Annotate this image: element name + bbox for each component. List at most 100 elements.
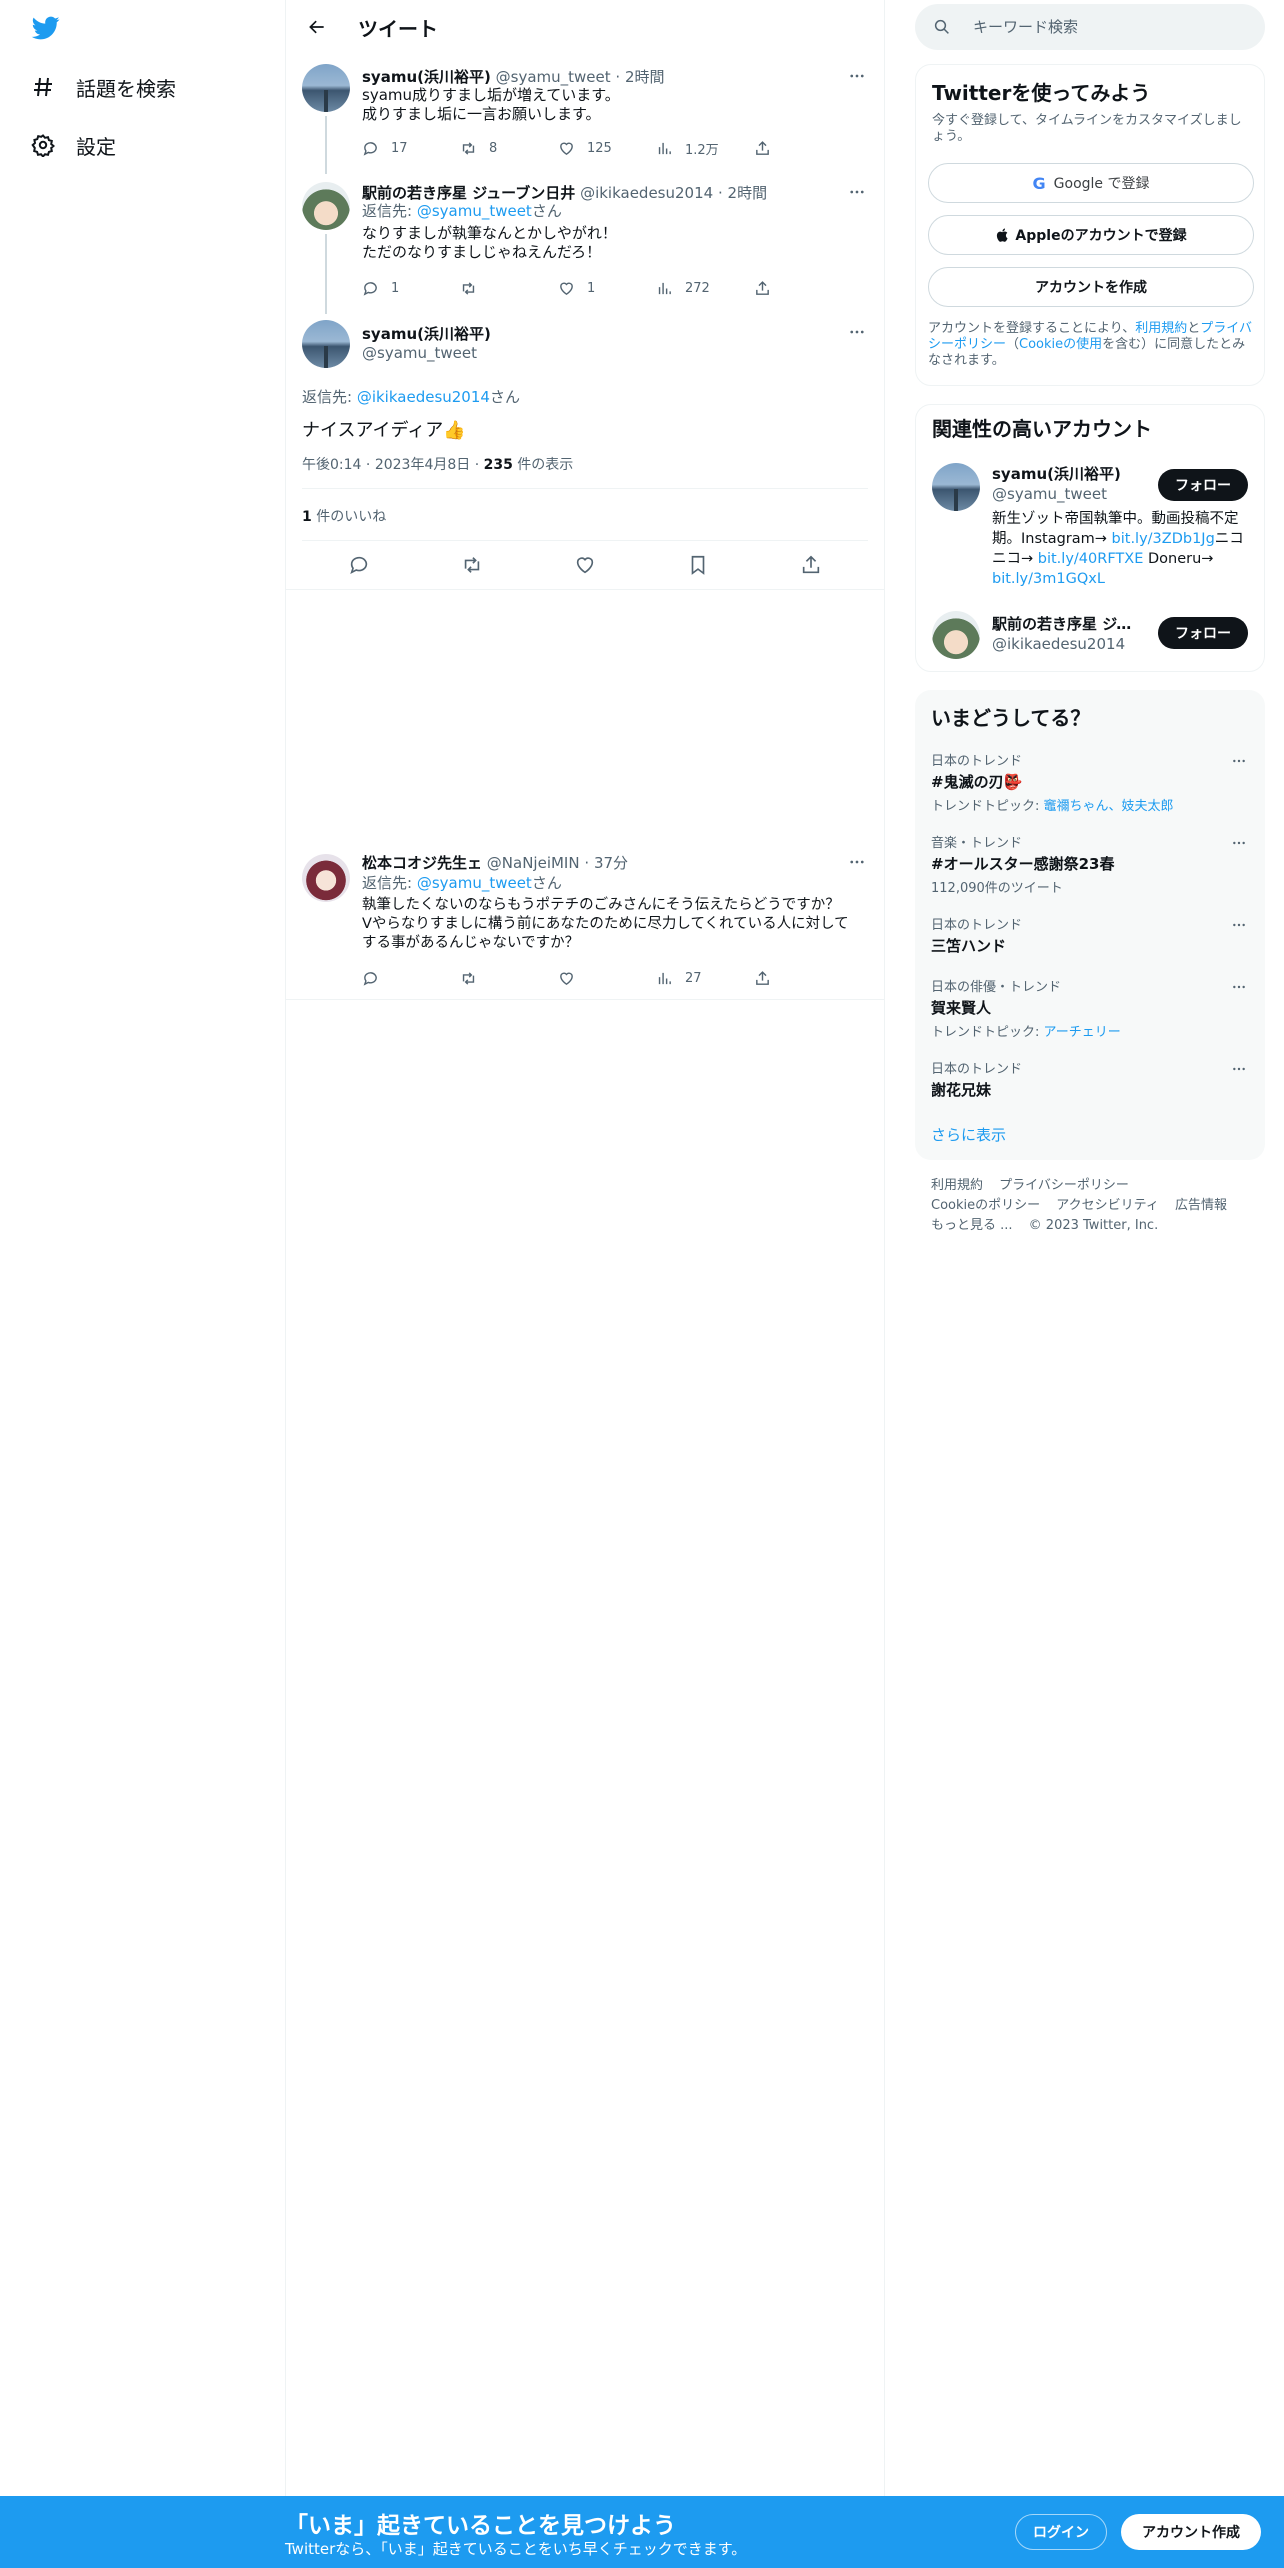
nav-explore[interactable]: 話題を検索	[30, 72, 176, 102]
share-icon[interactable]	[800, 554, 822, 580]
footer-terms-link[interactable]: 利用規約	[931, 1178, 983, 1193]
thread-tweet[interactable]: 駅前の若き序星 ジューブン日井 @ikikaedesu2014 · 2時間 返信…	[286, 180, 884, 314]
reply-button[interactable]: 1	[362, 280, 460, 297]
trend-item[interactable]: 日本の俳優・トレンド 賀来賢人 トレンドトピック: アーチェリー	[931, 976, 1249, 1040]
more-options-icon[interactable]	[1229, 1060, 1249, 1078]
author-handle[interactable]: @syamu_tweet	[496, 68, 611, 86]
reply-tweet[interactable]: 松本コオジ先生ェ @NaNjeiMIN · 37分 返信先: @syamu_tw…	[286, 850, 884, 1000]
bio-link[interactable]: bit.ly/3ZDb1Jg	[1112, 531, 1215, 547]
trend-item[interactable]: 日本のトレンド #鬼滅の刃👺 トレンドトピック: 竈禰ちゃん、妓夫太郎	[931, 750, 1249, 814]
more-options-icon[interactable]	[1229, 752, 1249, 770]
more-options-icon[interactable]	[1229, 978, 1249, 996]
avatar[interactable]	[302, 320, 350, 368]
account-name[interactable]: syamu(浜川裕平)	[992, 463, 1142, 484]
search-input[interactable]	[973, 18, 1233, 36]
trend-topic-link[interactable]: アーチェリー	[1044, 1025, 1121, 1040]
avatar[interactable]	[302, 854, 350, 902]
apple-signup-button[interactable]: Appleのアカウントで登録	[928, 215, 1254, 255]
footer-more-link[interactable]: もっと見る ...	[931, 1218, 1013, 1233]
show-more-link[interactable]: さらに表示	[931, 1124, 1006, 1145]
more-options-icon[interactable]	[846, 182, 868, 202]
trend-item[interactable]: 日本のトレンド 三笘ハンド	[931, 914, 1249, 956]
views-button[interactable]: 1.2万	[656, 139, 754, 158]
more-options-icon[interactable]	[1229, 916, 1249, 934]
trend-item[interactable]: 日本のトレンド 謝花兄妹	[931, 1058, 1249, 1100]
back-arrow-icon[interactable]	[300, 10, 334, 44]
tweet-time[interactable]: 2時間	[625, 68, 665, 86]
retweet-button[interactable]	[460, 970, 558, 987]
share-button[interactable]	[754, 280, 852, 297]
retweet-button[interactable]: 8	[460, 140, 558, 157]
reply-button[interactable]: 17	[362, 140, 460, 157]
share-button[interactable]	[754, 970, 852, 987]
reply-button[interactable]	[362, 970, 460, 987]
share-button[interactable]	[754, 140, 852, 157]
account-name[interactable]: 駅前の若き序星 ジュ...	[992, 613, 1142, 634]
account-handle[interactable]: @syamu_tweet	[992, 485, 1107, 503]
footer-cookie-link[interactable]: Cookieのポリシー	[931, 1198, 1040, 1213]
more-options-icon[interactable]	[846, 66, 868, 86]
bio-link[interactable]: bit.ly/3m1GQxL	[992, 571, 1105, 587]
avatar[interactable]	[932, 611, 980, 659]
thread-tweet[interactable]: syamu(浜川裕平) @syamu_tweet · 2時間 syamu成りすま…	[286, 62, 884, 174]
like-button[interactable]: 125	[558, 140, 656, 157]
author-name[interactable]: 駅前の若き序星 ジューブン日井	[362, 184, 575, 202]
terms-link[interactable]: 利用規約	[1135, 321, 1187, 336]
trend-item[interactable]: 音楽・トレンド #オールスター感謝祭23春 112,090件のツイート	[931, 832, 1249, 896]
reply-to-link[interactable]: @syamu_tweet	[417, 874, 532, 892]
retweet-icon[interactable]	[461, 554, 483, 580]
tweet-text: なりすましが執筆なんとかしやがれ！ ただのなりすましじゃねえんだろ！	[362, 224, 617, 262]
retweet-button[interactable]	[460, 280, 558, 297]
tweet-time[interactable]: 午後0:14	[302, 457, 361, 473]
signup-button[interactable]: アカウント作成	[1121, 2514, 1261, 2550]
trend-topic-link[interactable]: 竈禰ちゃん、妓夫太郎	[1044, 799, 1174, 814]
tweet-time[interactable]: 2時間	[728, 184, 768, 202]
twitter-logo-icon[interactable]	[30, 14, 62, 42]
trends-title: いまどうしてる？	[931, 706, 1091, 730]
footer-privacy-link[interactable]: プライバシーポリシー	[999, 1178, 1129, 1193]
login-button[interactable]: ログイン	[1015, 2514, 1107, 2550]
views-button[interactable]: 272	[656, 280, 754, 297]
more-options-icon[interactable]	[846, 852, 868, 872]
bookmark-icon[interactable]	[687, 554, 709, 580]
create-account-button[interactable]: アカウントを作成	[928, 267, 1254, 307]
retweet-icon	[462, 971, 475, 985]
more-options-icon[interactable]	[846, 322, 868, 342]
reply-icon[interactable]	[348, 554, 370, 580]
bio-link[interactable]: bit.ly/40RFTXE	[1038, 551, 1144, 567]
more-options-icon[interactable]	[1229, 834, 1249, 852]
google-signup-button[interactable]: G Google で登録	[928, 163, 1254, 203]
avatar[interactable]	[302, 64, 350, 112]
author-handle[interactable]: @ikikaedesu2014	[580, 184, 713, 202]
author-name[interactable]: syamu(浜川裕平)	[362, 323, 491, 344]
trend-title: #鬼滅の刃👺	[931, 771, 1249, 792]
footer-ads-link[interactable]: 広告情報	[1175, 1198, 1227, 1213]
follow-button[interactable]: フォロー	[1158, 469, 1248, 501]
nav-settings[interactable]: 設定	[30, 130, 116, 160]
heart-icon[interactable]	[574, 554, 596, 580]
footer-accessibility-link[interactable]: アクセシビリティ	[1056, 1198, 1159, 1213]
reply-to-link[interactable]: @syamu_tweet	[417, 202, 532, 220]
reply-to-link[interactable]: @ikikaedesu2014	[357, 388, 490, 406]
header-bar: ツイート	[286, 0, 884, 54]
author-name[interactable]: syamu(浜川裕平)	[362, 68, 491, 86]
tweet-line: syamu成りすまし垢が増えています。	[362, 86, 620, 104]
tweet-date[interactable]: 2023年4月8日	[375, 457, 470, 473]
likes-summary[interactable]: 1 件のいいね	[302, 506, 386, 526]
avatar[interactable]	[302, 182, 350, 230]
cookie-link[interactable]: Cookieの使用	[1019, 337, 1102, 352]
tweet-header: syamu(浜川裕平) @syamu_tweet · 2時間	[362, 66, 665, 87]
like-button[interactable]: 1	[558, 280, 656, 297]
reply-prefix: 返信先:	[362, 202, 417, 220]
views-button[interactable]: 27	[656, 970, 754, 987]
tweet-time[interactable]: 37分	[594, 854, 628, 872]
search-box[interactable]	[915, 4, 1265, 50]
account-handle[interactable]: @ikikaedesu2014	[992, 635, 1125, 653]
like-button[interactable]	[558, 970, 656, 987]
author-handle[interactable]: @syamu_tweet	[362, 344, 477, 362]
author-handle[interactable]: @NaNjeiMIN	[487, 854, 580, 872]
author-name[interactable]: 松本コオジ先生ェ	[362, 854, 482, 872]
avatar[interactable]	[932, 463, 980, 511]
follow-button[interactable]: フォロー	[1158, 617, 1248, 649]
search-icon	[934, 19, 949, 34]
